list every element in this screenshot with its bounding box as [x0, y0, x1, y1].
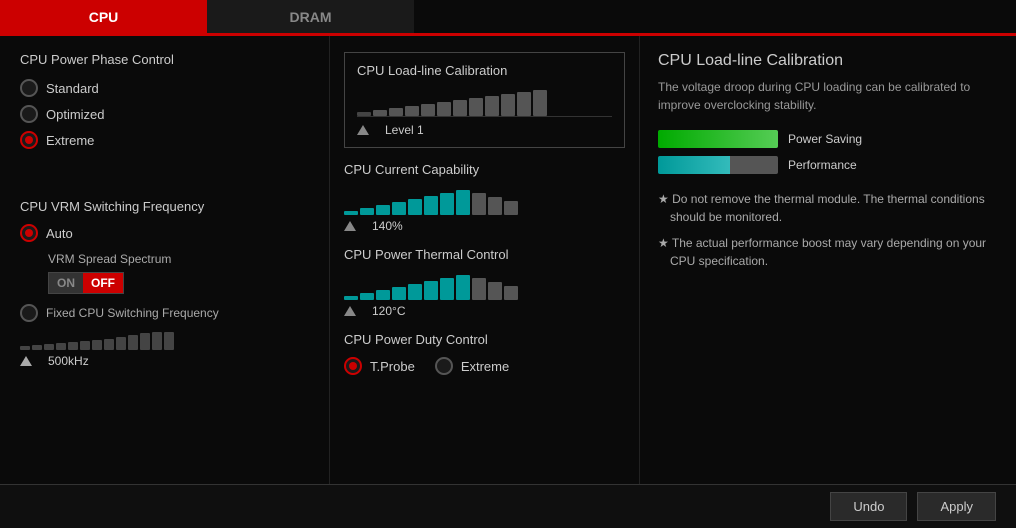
vrm-section: CPU VRM Switching Frequency Auto VRM Spr…: [20, 199, 309, 368]
duty-section: CPU Power Duty Control T.Probe Extreme: [344, 332, 625, 375]
cap-arrow: [344, 221, 356, 231]
note-0: ★ Do not remove the thermal module. The …: [658, 190, 998, 226]
capability-value: 140%: [372, 219, 403, 233]
capability-stair: [344, 187, 625, 215]
toggle-off[interactable]: OFF: [83, 273, 123, 293]
radio-circle-optimized: [20, 105, 38, 123]
thermal-title: CPU Power Thermal Control: [344, 247, 625, 262]
radio-circle-extreme: [20, 131, 38, 149]
vrm-spread-section: VRM Spread Spectrum ON OFF: [48, 252, 309, 294]
capability-section: CPU Current Capability 140%: [344, 162, 625, 233]
radio-extreme[interactable]: Extreme: [20, 131, 309, 149]
vrm-title: CPU VRM Switching Frequency: [20, 199, 309, 214]
vrm-toggle[interactable]: ON OFF: [48, 272, 124, 294]
thermal-value: 120°C: [372, 304, 406, 318]
radio-standard[interactable]: Standard: [20, 79, 309, 97]
th-arrow: [344, 306, 356, 316]
radio-circle-tprobe: [344, 357, 362, 375]
apply-button[interactable]: Apply: [917, 492, 996, 521]
radio-duty-extreme[interactable]: Extreme: [435, 357, 509, 375]
tab-bar: CPU DRAM: [0, 0, 1016, 33]
radio-fixed[interactable]: Fixed CPU Switching Frequency: [20, 304, 309, 322]
duty-radio-group: T.Probe Extreme: [344, 357, 625, 375]
thermal-slider-row: 120°C: [344, 304, 625, 318]
duty-title: CPU Power Duty Control: [344, 332, 625, 347]
radio-circle-duty-extreme: [435, 357, 453, 375]
radio-circle-fixed: [20, 304, 38, 322]
thermal-stair: [344, 272, 625, 300]
tab-cpu[interactable]: CPU: [0, 0, 207, 33]
right-title: CPU Load-line Calibration: [658, 52, 998, 70]
legend-label-power-saving: Power Saving: [788, 132, 862, 146]
radio-auto[interactable]: Auto: [20, 224, 309, 242]
radio-circle-standard: [20, 79, 38, 97]
freq-stair: [20, 332, 309, 350]
phase-control-title: CPU Power Phase Control: [20, 52, 309, 67]
legend-bar-performance: [658, 156, 778, 174]
radio-tprobe[interactable]: T.Probe: [344, 357, 415, 375]
bottom-bar: Undo Apply: [0, 484, 1016, 528]
capability-title: CPU Current Capability: [344, 162, 625, 177]
radio-circle-auto: [20, 224, 38, 242]
notes-section: ★ Do not remove the thermal module. The …: [658, 190, 998, 270]
cal-arrow: [357, 125, 369, 135]
vrm-spread-label: VRM Spread Spectrum: [48, 252, 309, 266]
center-panel: CPU Load-line Calibration Level 1: [330, 36, 640, 484]
legend-performance: Performance: [658, 156, 998, 174]
toggle-on[interactable]: ON: [49, 273, 83, 293]
left-panel: CPU Power Phase Control Standard Optimiz…: [0, 36, 330, 484]
undo-button[interactable]: Undo: [830, 492, 907, 521]
legend-bar-power-saving: [658, 130, 778, 148]
calibration-stair: [357, 88, 612, 116]
legend-power-saving: Power Saving: [658, 130, 998, 148]
calibration-level-row: Level 1: [357, 116, 612, 137]
calibration-title: CPU Load-line Calibration: [357, 63, 612, 78]
freq-slider-container: 500kHz: [20, 332, 309, 368]
calibration-level: Level 1: [385, 123, 424, 137]
radio-optimized[interactable]: Optimized: [20, 105, 309, 123]
thermal-section: CPU Power Thermal Control 120°C: [344, 247, 625, 318]
tab-dram[interactable]: DRAM: [207, 0, 414, 33]
right-panel: CPU Load-line Calibration The voltage dr…: [640, 36, 1016, 484]
phase-control-group: Standard Optimized Extreme: [20, 79, 309, 149]
freq-arrow: [20, 356, 32, 366]
note-1: ★ The actual performance boost may vary …: [658, 234, 998, 270]
capability-slider-row: 140%: [344, 219, 625, 233]
main-content: CPU Power Phase Control Standard Optimiz…: [0, 36, 1016, 484]
calibration-section: CPU Load-line Calibration Level 1: [344, 52, 625, 148]
freq-slider-row: 500kHz: [20, 354, 309, 368]
freq-value: 500kHz: [48, 354, 89, 368]
legend-label-performance: Performance: [788, 158, 857, 172]
toggle-row: ON OFF: [48, 272, 309, 294]
right-description: The voltage droop during CPU loading can…: [658, 78, 998, 114]
